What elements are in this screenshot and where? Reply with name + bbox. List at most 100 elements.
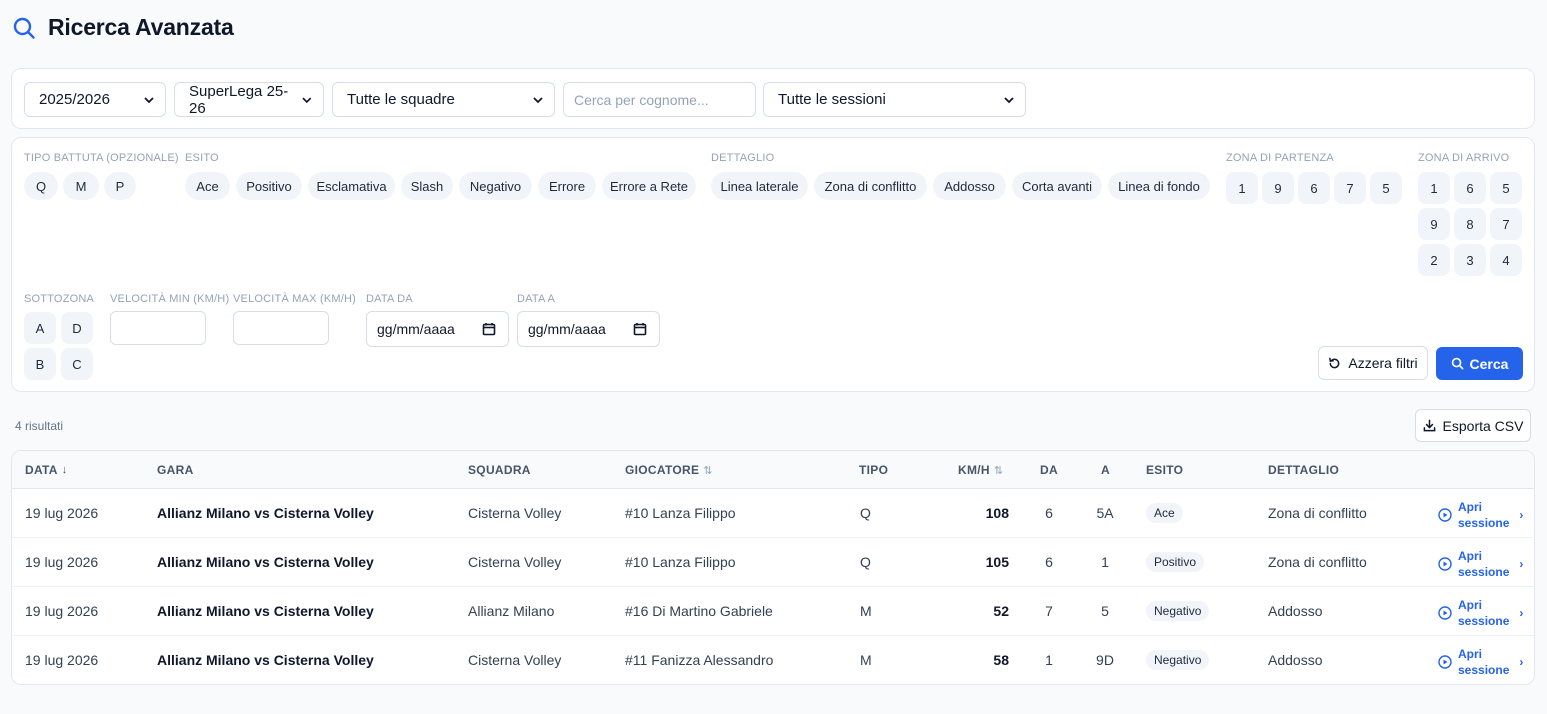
open-session-label: sessione <box>1458 663 1510 677</box>
team-value: Tutte le squadre <box>347 91 455 108</box>
data-da-input[interactable]: gg/mm/aaaa <box>366 311 509 347</box>
col-dettaglio: DETTAGLIO <box>1268 463 1340 477</box>
session-select[interactable]: Tutte le sessioni <box>763 82 1026 117</box>
chip-esito-slash[interactable]: Slash <box>401 172 453 200</box>
season-select[interactable]: 2025/2026 <box>24 82 166 117</box>
chip-dettaglio-linea-laterale[interactable]: Linea laterale <box>711 172 808 200</box>
open-session-link[interactable]: Apri sessione › <box>1438 548 1523 580</box>
zona-arrivo-3[interactable]: 3 <box>1454 244 1486 276</box>
cell-giocatore: #16 Di Martino Gabriele <box>625 603 773 619</box>
chip-dettaglio-linea-fondo[interactable]: Linea di fondo <box>1108 172 1210 200</box>
cell-dettaglio: Zona di conflitto <box>1268 554 1367 570</box>
table-header: DATA ↓ GARA SQUADRA GIOCATORE ⇅ TIPO KM/H ⇅… <box>12 451 1534 489</box>
league-select[interactable]: SuperLega 25-26 <box>174 82 324 117</box>
surname-placeholder: Cerca per cognome... <box>574 91 709 108</box>
calendar-icon[interactable] <box>633 322 647 336</box>
col-kmh-label: KM/H <box>958 463 990 477</box>
zona-partenza-7[interactable]: 7 <box>1334 172 1366 204</box>
download-icon <box>1423 419 1435 432</box>
sottozona-d[interactable]: D <box>61 312 93 344</box>
col-data[interactable]: DATA ↓ <box>25 463 68 477</box>
table-row[interactable]: 19 lug 2026 Allianz Milano vs Cisterna V… <box>12 587 1534 636</box>
open-session-label: Apri <box>1458 598 1482 612</box>
col-a: A <box>1101 463 1110 477</box>
cell-tipo: M <box>860 652 872 668</box>
chevron-right-icon: › <box>1519 557 1524 571</box>
chip-dettaglio-corta-avanti[interactable]: Corta avanti <box>1012 172 1102 200</box>
chip-dettaglio-zona-conflitto[interactable]: Zona di conflitto <box>814 172 927 200</box>
zona-partenza-9[interactable]: 9 <box>1262 172 1294 204</box>
chip-tipo-p[interactable]: P <box>104 172 136 200</box>
col-gara: GARA <box>157 463 194 477</box>
cell-data: 19 lug 2026 <box>25 603 99 619</box>
surname-search-input[interactable]: Cerca per cognome... <box>563 82 756 117</box>
sottozona-b[interactable]: B <box>24 348 56 380</box>
velocita-min-input[interactable] <box>110 311 206 345</box>
team-select[interactable]: Tutte le squadre <box>332 82 555 117</box>
open-session-label: Apri <box>1458 549 1482 563</box>
sort-desc-icon: ↓ <box>61 464 68 476</box>
cell-a: 5 <box>1101 603 1109 619</box>
open-session-link[interactable]: Apri sessione › <box>1438 597 1523 629</box>
chip-esito-negativo[interactable]: Negativo <box>459 172 532 200</box>
col-squadra: SQUADRA <box>468 463 531 477</box>
zona-partenza-6[interactable]: 6 <box>1298 172 1330 204</box>
cell-squadra: Cisterna Volley <box>468 505 562 521</box>
table-row[interactable]: 19 lug 2026 Allianz Milano vs Cisterna V… <box>12 636 1534 684</box>
zona-arrivo-6[interactable]: 6 <box>1454 172 1486 204</box>
chevron-down-icon <box>1004 96 1014 103</box>
cell-data: 19 lug 2026 <box>25 554 99 570</box>
chip-tipo-q[interactable]: Q <box>24 172 58 200</box>
reset-filters-button[interactable]: Azzera filtri <box>1318 346 1428 380</box>
chip-esito-ace[interactable]: Ace <box>185 172 230 200</box>
col-da: DA <box>1040 463 1058 477</box>
col-kmh[interactable]: KM/H ⇅ <box>958 463 1003 477</box>
cell-squadra: Allianz Milano <box>468 603 555 619</box>
chip-dettaglio-addosso[interactable]: Addosso <box>933 172 1006 200</box>
zona-arrivo-1[interactable]: 1 <box>1418 172 1450 204</box>
cell-data: 19 lug 2026 <box>25 652 99 668</box>
play-circle-icon <box>1438 557 1452 571</box>
data-da-label: DATA DA <box>366 293 413 305</box>
chip-tipo-m[interactable]: M <box>63 172 99 200</box>
zona-partenza-1[interactable]: 1 <box>1226 172 1258 204</box>
zona-arrivo-2[interactable]: 2 <box>1418 244 1450 276</box>
cell-da: 6 <box>1045 554 1053 570</box>
cell-tipo: Q <box>860 505 871 521</box>
cell-dettaglio: Zona di conflitto <box>1268 505 1367 521</box>
cell-tipo: Q <box>860 554 871 570</box>
zona-arrivo-4[interactable]: 4 <box>1490 244 1522 276</box>
zona-arrivo-9[interactable]: 9 <box>1418 208 1450 240</box>
zona-partenza-5[interactable]: 5 <box>1370 172 1402 204</box>
table-row[interactable]: 19 lug 2026 Allianz Milano vs Cisterna V… <box>12 538 1534 587</box>
cell-gara: Allianz Milano vs Cisterna Volley <box>157 652 374 668</box>
open-session-link[interactable]: Apri sessione › <box>1438 646 1523 678</box>
export-csv-label: Esporta CSV <box>1442 417 1524 434</box>
chip-esito-esclamativa[interactable]: Esclamativa <box>308 172 395 200</box>
sottozona-a[interactable]: A <box>24 312 56 344</box>
zona-arrivo-8[interactable]: 8 <box>1454 208 1486 240</box>
cell-giocatore: #10 Lanza Filippo <box>625 554 736 570</box>
table-row[interactable]: 19 lug 2026 Allianz Milano vs Cisterna V… <box>12 489 1534 538</box>
chip-esito-errore-a-rete[interactable]: Errore a Rete <box>602 172 696 200</box>
col-giocatore[interactable]: GIOCATORE ⇅ <box>625 463 713 477</box>
zona-arrivo-5[interactable]: 5 <box>1490 172 1522 204</box>
calendar-icon[interactable] <box>482 322 496 336</box>
search-button[interactable]: Cerca <box>1436 347 1523 380</box>
esito-badge: Ace <box>1146 503 1183 523</box>
data-a-input[interactable]: gg/mm/aaaa <box>517 311 660 347</box>
play-circle-icon <box>1438 606 1452 620</box>
cell-da: 6 <box>1045 505 1053 521</box>
esito-badge: Positivo <box>1146 552 1205 572</box>
open-session-link[interactable]: Apri sessione › <box>1438 499 1523 531</box>
play-circle-icon <box>1438 508 1452 522</box>
zona-arrivo-7[interactable]: 7 <box>1490 208 1522 240</box>
chip-esito-errore[interactable]: Errore <box>538 172 596 200</box>
export-csv-button[interactable]: Esporta CSV <box>1415 409 1531 442</box>
velocita-max-input[interactable] <box>233 311 329 345</box>
cell-data: 19 lug 2026 <box>25 505 99 521</box>
sottozona-c[interactable]: C <box>61 348 93 380</box>
reset-filters-label: Azzera filtri <box>1348 355 1418 371</box>
search-icon <box>13 17 35 39</box>
chip-esito-positivo[interactable]: Positivo <box>236 172 302 200</box>
